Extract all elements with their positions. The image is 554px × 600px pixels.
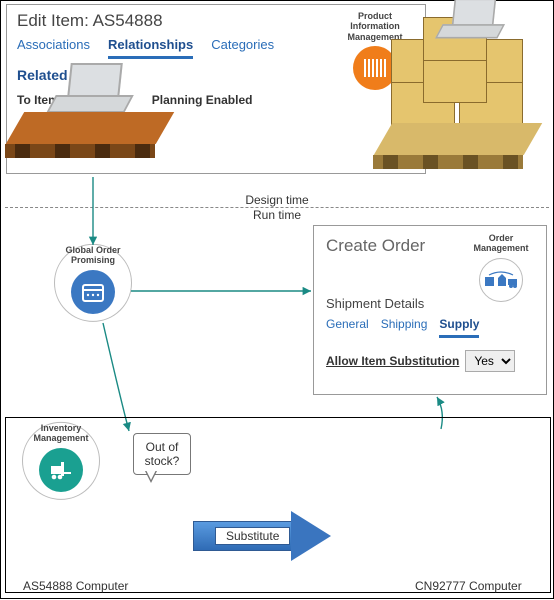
out-of-stock-callout: Out of stock?: [133, 433, 191, 475]
right-product-graphic: [383, 11, 533, 131]
tab-categories[interactable]: Categories: [211, 37, 274, 59]
allow-substitution-select[interactable]: Yes: [465, 350, 515, 372]
order-mgmt-label: Order Management: [461, 233, 541, 254]
tab-associations[interactable]: Associations: [17, 37, 90, 59]
tab-relationships[interactable]: Relationships: [108, 37, 193, 59]
right-product-label: CN92777 Computer: [415, 579, 522, 593]
substitute-arrow: Substitute: [193, 515, 333, 557]
gop-badge-label: Global Order Promising: [53, 245, 133, 266]
allow-substitution-row: Allow Item Substitution Yes: [326, 350, 534, 372]
order-tabs: General Shipping Supply: [326, 317, 534, 338]
substitute-arrow-label: Substitute: [215, 527, 290, 545]
calendar-icon: [71, 270, 115, 314]
order-mgmt-badge: Order Management: [461, 233, 541, 302]
tab-shipping[interactable]: Shipping: [381, 317, 428, 338]
run-time-label: Run time: [5, 208, 549, 222]
pallet-icon: [15, 112, 165, 167]
laptop-icon: [434, 0, 506, 43]
cell-planning-enabled: ✓: [152, 117, 276, 142]
callout-text: Out of stock?: [133, 433, 191, 475]
forklift-icon: [39, 448, 83, 492]
laptop-icon: [45, 63, 135, 118]
inventory-badge-label: Inventory Management: [21, 423, 101, 444]
tab-supply[interactable]: Supply: [439, 317, 479, 338]
inventory-badge: Inventory Management: [21, 423, 101, 492]
gop-badge: Global Order Promising: [53, 245, 133, 314]
design-time-label: Design time: [5, 193, 549, 207]
left-product-label: AS54888 Computer: [23, 579, 128, 593]
allow-substitution-label: Allow Item Substitution: [326, 354, 459, 368]
tab-general[interactable]: General: [326, 317, 369, 338]
supply-chain-icon: [479, 258, 523, 302]
left-product-graphic: [15, 63, 165, 167]
design-runtime-divider: Design time Run time: [5, 193, 549, 222]
pallet-icon: [383, 123, 533, 178]
